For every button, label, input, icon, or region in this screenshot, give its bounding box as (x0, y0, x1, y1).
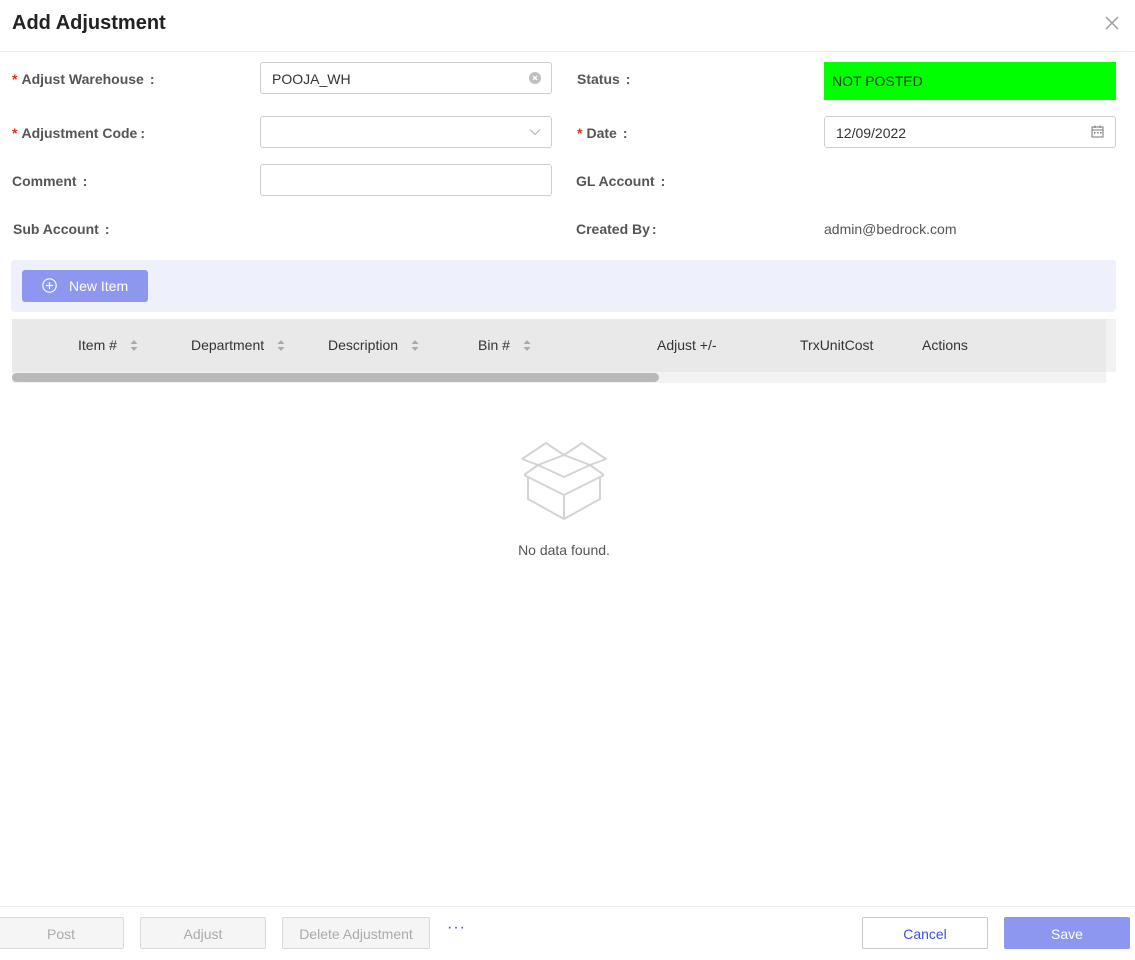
adjustment-code-label: * Adjustment Code: (12, 125, 146, 141)
dialog-header: Add Adjustment (0, 0, 1135, 52)
date-value: 12/09/2022 (836, 125, 907, 141)
required-mark: * (577, 125, 583, 141)
column-trx-unit-cost: TrxUnitCost (800, 337, 874, 353)
adjust-warehouse-label: * Adjust Warehouse: (12, 71, 155, 87)
empty-state-text: No data found. (518, 542, 610, 558)
close-icon[interactable] (1103, 14, 1121, 32)
more-actions-button[interactable]: ··· (447, 919, 466, 937)
status-badge: NOT POSTED (824, 62, 1116, 100)
new-item-button[interactable]: New Item (22, 270, 148, 302)
delete-adjustment-button[interactable]: Delete Adjustment (282, 917, 430, 949)
vertical-scrollbar-gutter (1106, 319, 1116, 372)
adjustment-code-select[interactable] (260, 116, 552, 148)
date-label: * Date: (577, 125, 628, 141)
column-adjust: Adjust +/- (657, 337, 717, 353)
status-label: Status: (577, 71, 631, 87)
adjust-button[interactable]: Adjust (140, 917, 266, 949)
required-mark: * (12, 71, 18, 87)
cancel-button[interactable]: Cancel (862, 917, 988, 949)
plus-circle-icon (42, 278, 57, 293)
created-by-value: admin@bedrock.com (824, 221, 957, 237)
sub-account-label: Sub Account: (13, 221, 110, 237)
comment-label: Comment: (12, 173, 88, 189)
column-actions: Actions (922, 337, 968, 353)
gl-account-label: GL Account: (576, 173, 666, 189)
sort-icon[interactable] (523, 339, 531, 352)
horizontal-scrollbar-thumb[interactable] (12, 373, 659, 382)
empty-box-icon (521, 442, 607, 520)
column-item-number[interactable]: Item # (78, 337, 138, 353)
comment-input[interactable] (260, 164, 552, 196)
created-by-label: Created By: (576, 221, 657, 237)
column-description[interactable]: Description (328, 337, 419, 353)
date-picker[interactable]: 12/09/2022 (824, 116, 1116, 148)
required-mark: * (12, 125, 18, 141)
new-item-label: New Item (69, 278, 129, 294)
sort-icon[interactable] (411, 339, 419, 352)
table-header: Item # Department Description Bin # Adju… (12, 319, 1116, 372)
adjust-warehouse-select[interactable]: POOJA_WH (260, 62, 552, 94)
save-button[interactable]: Save (1004, 917, 1130, 949)
sort-icon[interactable] (130, 339, 138, 352)
adjust-warehouse-value: POOJA_WH (272, 71, 351, 87)
post-button[interactable]: Post (0, 917, 124, 949)
items-toolbar: New Item (11, 260, 1116, 312)
clear-icon[interactable] (529, 72, 541, 84)
chevron-down-icon (529, 129, 541, 136)
column-bin-number[interactable]: Bin # (478, 337, 531, 353)
column-department[interactable]: Department (191, 337, 285, 353)
sort-icon[interactable] (277, 339, 285, 352)
calendar-icon[interactable] (1091, 125, 1104, 138)
dialog-title: Add Adjustment (12, 12, 166, 34)
